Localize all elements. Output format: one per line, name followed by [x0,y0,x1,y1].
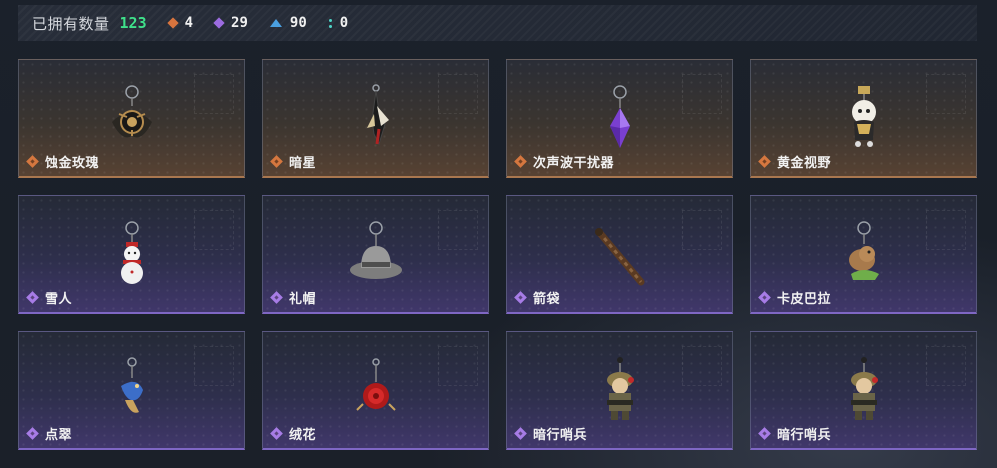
charm-name: 次声波干扰器 [533,155,615,170]
card-decoration [438,346,478,386]
charm-name: 箭袋 [533,291,561,306]
charm-card[interactable]: 暗行哨兵 [506,331,733,450]
blue-triangle-icon [269,19,282,27]
dark-star-blade-charm-icon [366,84,389,146]
card-name-row: 卡皮巴拉 [758,288,831,307]
snowman-charm-icon [120,221,143,284]
card-decoration [438,210,478,250]
hat-charm-icon [349,221,402,279]
card-name-row: 礼帽 [270,288,316,307]
orange-rarity-icon [26,155,39,168]
purple-rarity-icon [26,291,39,304]
orange-rarity-icon [758,155,771,168]
orange-rarity-icon [270,155,283,168]
card-decoration [194,346,234,386]
charm-name: 点翠 [45,427,73,442]
card-name-row: 暗星 [270,152,316,171]
capybara-charm-icon [848,221,879,280]
charm-name: 暗行哨兵 [777,427,832,442]
purple-diamond-icon [213,17,225,29]
charm-name: 卡皮巴拉 [777,291,832,306]
stat-teal: 0 [328,15,349,31]
charm-name: 暗星 [289,155,317,170]
orange-rarity-icon [514,155,527,168]
card-name-row: 黄金视野 [758,152,831,171]
charm-card[interactable]: 暗星 [262,59,489,178]
owned-count: 123 [119,14,147,32]
card-decoration [194,74,234,114]
charm-card[interactable]: 卡皮巴拉 [750,195,977,314]
purple-rarity-icon [514,291,527,304]
charm-card[interactable]: 雪人 [18,195,245,314]
charm-card[interactable]: 绒花 [262,331,489,450]
teal-dots-icon [328,18,332,29]
stat-purple: 29 [213,15,248,31]
orange-diamond-icon [166,17,179,29]
card-decoration [926,74,966,114]
card-decoration [194,210,234,250]
purple-rarity-icon [758,427,771,440]
card-name-row: 雪人 [26,288,72,307]
charm-name: 黄金视野 [777,155,832,170]
card-name-row: 蚀金玫瑰 [26,152,99,171]
charm-name: 暗行哨兵 [533,427,588,442]
collection-summary-bar: 已拥有数量 123 4 29 90 0 [18,5,977,41]
charm-card[interactable]: 礼帽 [262,195,489,314]
stat-teal-value: 0 [339,15,349,31]
card-name-row: 箭袋 [514,288,560,307]
card-decoration [926,346,966,386]
card-name-row: 绒花 [270,424,316,443]
card-name-row: 点翠 [26,424,72,443]
gold-rose-charm-icon [111,85,152,138]
card-decoration [438,74,478,114]
quiver-charm-icon [594,228,644,286]
charm-card[interactable]: 暗行哨兵 [750,331,977,450]
kingfisher-charm-icon [120,357,143,413]
card-decoration [926,210,966,250]
velvet-flower-charm-icon [355,358,396,411]
card-decoration [682,346,722,386]
stat-orange-value: 4 [184,15,194,31]
charm-card[interactable]: 黄金视野 [750,59,977,178]
stat-blue-value: 90 [289,15,307,31]
card-decoration [682,210,722,250]
purple-rarity-icon [514,427,527,440]
charm-card[interactable]: 点翠 [18,331,245,450]
stat-purple-value: 29 [231,15,248,31]
purple-crystal-charm-icon [609,85,630,148]
owned-label: 已拥有数量 [32,15,110,33]
stat-blue: 90 [269,15,307,31]
charm-name: 礼帽 [289,291,317,306]
purple-rarity-icon [758,291,771,304]
card-name-row: 暗行哨兵 [514,424,587,443]
purple-rarity-icon [270,291,283,304]
purple-rarity-icon [270,427,283,440]
card-name-row: 次声波干扰器 [514,152,614,171]
purple-rarity-icon [26,427,39,440]
charm-card[interactable]: 箭袋 [506,195,733,314]
card-decoration [682,74,722,114]
stat-orange: 4 [166,15,194,31]
charm-name: 雪人 [45,291,73,306]
soldier-charm-icon [850,357,878,420]
charm-card[interactable]: 蚀金玫瑰 [18,59,245,178]
soldier-charm-icon [606,357,634,420]
charm-card[interactable]: 次声波干扰器 [506,59,733,178]
card-name-row: 暗行哨兵 [758,424,831,443]
golden-figure-charm-icon [851,86,876,147]
charm-name: 蚀金玫瑰 [45,155,100,170]
charm-name: 绒花 [289,427,317,442]
